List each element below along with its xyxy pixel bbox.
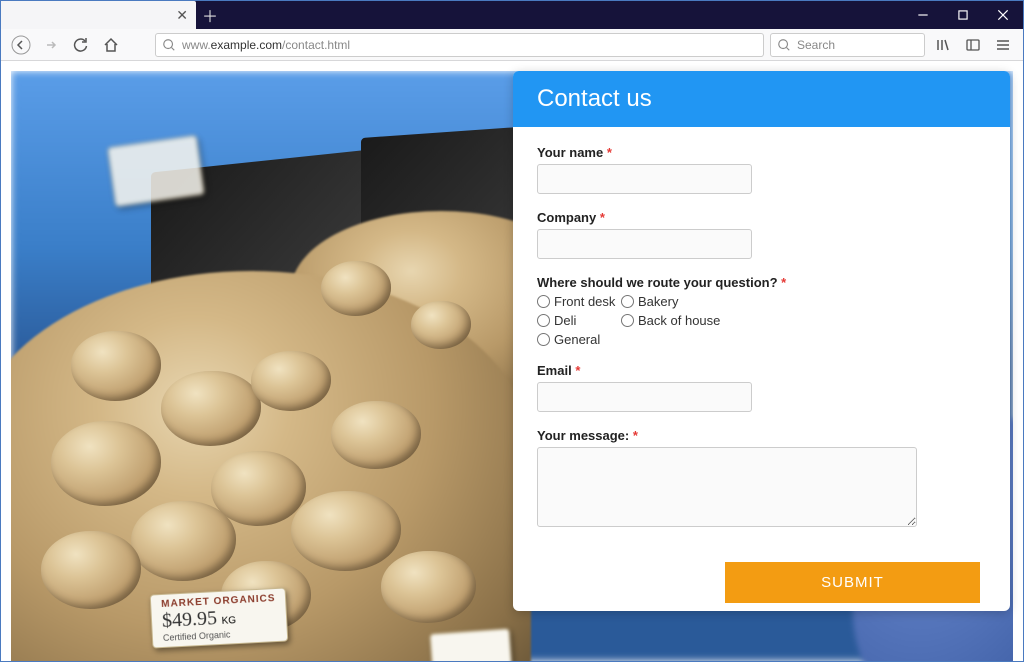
minimize-button[interactable] (903, 1, 943, 29)
forward-button[interactable] (39, 33, 63, 57)
price-tag: MARKET ORGANICS $49.95 KG Certified Orga… (150, 587, 289, 648)
close-window-button[interactable] (983, 1, 1023, 29)
email-input[interactable] (537, 382, 752, 412)
arrow-right-icon (43, 37, 59, 53)
titlebar-drag-area (224, 1, 903, 29)
window-controls (903, 1, 1023, 29)
search-icon (162, 38, 176, 52)
form-title: Contact us (513, 71, 1010, 127)
close-tab-icon[interactable]: ✕ (176, 7, 188, 24)
name-label: Your name * (537, 145, 986, 160)
hamburger-icon (995, 37, 1011, 53)
name-input[interactable] (537, 164, 752, 194)
route-option-backofhouse[interactable]: Back of house (621, 313, 741, 328)
back-button[interactable] (9, 33, 33, 57)
reload-button[interactable] (69, 33, 93, 57)
search-placeholder: Search (797, 38, 835, 52)
window-titlebar: ✕ ＋ (1, 1, 1023, 29)
company-input[interactable] (537, 229, 752, 259)
library-button[interactable] (931, 33, 955, 57)
route-label: Where should we route your question? * (537, 275, 986, 290)
company-label: Company * (537, 210, 986, 225)
search-icon (777, 38, 791, 52)
message-textarea[interactable] (537, 447, 917, 527)
address-bar[interactable]: www.example.com/contact.html (155, 33, 764, 57)
submit-button[interactable]: SUBMIT (725, 562, 980, 603)
page-content: MARKET ORGANICS $49.95 KG Certified Orga… (1, 61, 1023, 661)
route-option-general[interactable]: General (537, 332, 617, 347)
home-button[interactable] (99, 33, 123, 57)
maximize-button[interactable] (943, 1, 983, 29)
browser-toolbar: www.example.com/contact.html Search (1, 29, 1023, 61)
contact-form-panel: Contact us Your name * Company * Where s… (513, 71, 1010, 611)
search-bar[interactable]: Search (770, 33, 925, 57)
route-option-bakery[interactable]: Bakery (621, 294, 741, 309)
email-label: Email * (537, 363, 986, 378)
sidebar-button[interactable] (961, 33, 985, 57)
url-text: www.example.com/contact.html (182, 38, 350, 52)
route-option-frontdesk[interactable]: Front desk (537, 294, 617, 309)
browser-tab[interactable]: ✕ (1, 1, 196, 29)
sidebar-icon (965, 37, 981, 53)
message-label: Your message: * (537, 428, 986, 443)
home-icon (103, 37, 119, 53)
new-tab-button[interactable]: ＋ (196, 1, 224, 29)
reload-icon (73, 37, 89, 53)
route-option-deli[interactable]: Deli (537, 313, 617, 328)
arrow-left-icon (11, 35, 31, 55)
library-icon (935, 37, 951, 53)
price-tag (430, 628, 513, 661)
menu-button[interactable] (991, 33, 1015, 57)
